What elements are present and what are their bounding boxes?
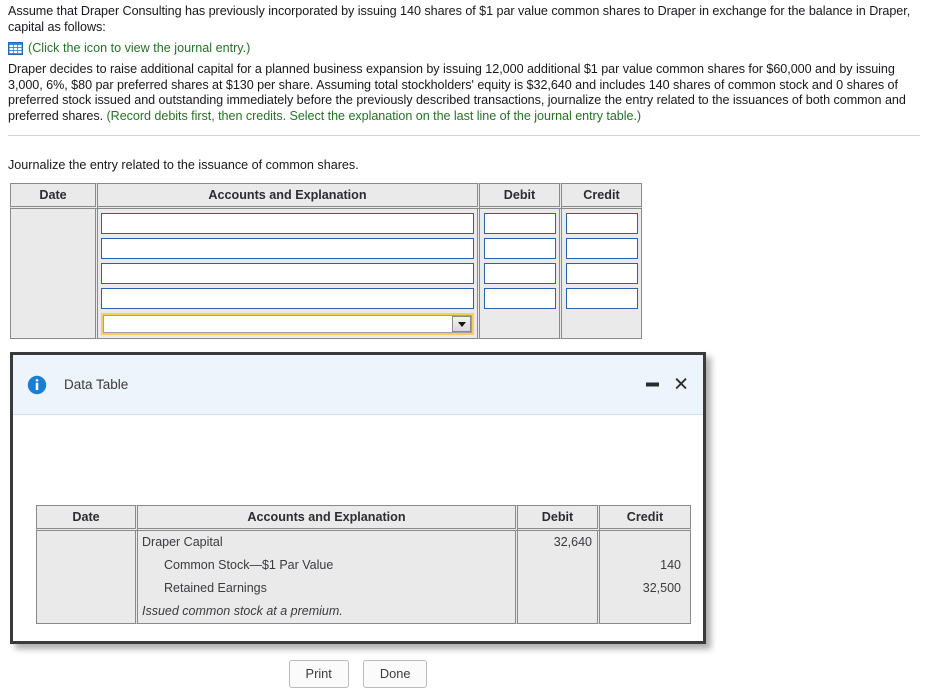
answer-debit-spacer (484, 309, 556, 333)
dialog-header-date: Date (36, 505, 138, 531)
dialog-credit-line-4 (600, 600, 690, 623)
dialog-footer: Print Done (13, 660, 703, 688)
dialog-table: Date Accounts and Explanation Debit Cred… (36, 505, 691, 624)
dialog-credit-cell: 140 32,500 (600, 531, 691, 624)
answer-accounts-cell (98, 209, 480, 339)
journalize-prompt: Journalize the entry related to the issu… (8, 158, 359, 172)
dialog-account-line-4: Issued common stock at a premium. (142, 604, 343, 618)
print-button[interactable]: Print (288, 660, 349, 688)
dialog-credit-line-1 (600, 531, 690, 554)
dialog-credit-line-3: 32,500 (642, 581, 681, 595)
answer-account-input-2[interactable] (101, 238, 474, 259)
dialog-debit-line-3 (518, 577, 597, 600)
close-icon[interactable]: ✕ (673, 375, 689, 394)
dialog-header-accounts: Accounts and Explanation (138, 505, 518, 531)
dialog-accounts-cell: Draper Capital Common Stock—$1 Par Value… (138, 531, 518, 624)
dialog-debit-line-2 (518, 554, 597, 577)
answer-credit-input-4[interactable] (566, 288, 638, 309)
dialog-account-line-2: Common Stock—$1 Par Value (164, 558, 334, 572)
dialog-account-line-3: Retained Earnings (164, 581, 267, 595)
answer-credit-cell (562, 209, 642, 339)
answer-header-debit: Debit (480, 183, 562, 209)
answer-explanation-select-inner (103, 315, 472, 333)
problem-paragraph-1: Assume that Draper Consulting has previo… (8, 4, 911, 34)
table-grid-icon[interactable] (8, 42, 23, 56)
answer-debit-input-1[interactable] (484, 213, 556, 234)
answer-table: Date Accounts and Explanation Debit Cred… (10, 183, 642, 339)
dialog-debit-line-4 (518, 600, 597, 623)
problem-paragraph-2: Draper decides to raise additional capit… (8, 62, 912, 124)
dialog-table-header-row: Date Accounts and Explanation Debit Cred… (36, 505, 691, 531)
answer-account-input-1[interactable] (101, 213, 474, 234)
answer-header-date: Date (10, 183, 98, 209)
problem-statement: Assume that Draper Consulting has previo… (8, 4, 912, 125)
journal-entry-link-label[interactable]: (Click the icon to view the journal entr… (28, 41, 250, 56)
answer-explanation-select[interactable] (101, 313, 474, 335)
answer-table-body-row (10, 209, 642, 339)
answer-journal-entry-table: Date Accounts and Explanation Debit Cred… (10, 183, 642, 339)
answer-date-cell (10, 209, 98, 339)
dialog-header-credit: Credit (600, 505, 691, 531)
answer-credit-input-2[interactable] (566, 238, 638, 259)
journal-entry-link[interactable]: (Click the icon to view the journal entr… (8, 41, 912, 56)
answer-header-credit: Credit (562, 183, 642, 209)
section-divider (8, 135, 920, 136)
dialog-window-controls: ✕ (646, 375, 689, 394)
dialog-body: Date Accounts and Explanation Debit Cred… (13, 415, 703, 688)
answer-debit-cell (480, 209, 562, 339)
dialog-debit-cell: 32,640 (518, 531, 600, 624)
answer-debit-input-4[interactable] (484, 288, 556, 309)
dialog-date-cell (36, 531, 138, 624)
answer-table-header-row: Date Accounts and Explanation Debit Cred… (10, 183, 642, 209)
answer-account-input-3[interactable] (101, 263, 474, 284)
dialog-header-debit: Debit (518, 505, 600, 531)
done-button[interactable]: Done (362, 660, 428, 688)
dialog-credit-line-2: 140 (660, 558, 681, 572)
dialog-table-body-row: Draper Capital Common Stock—$1 Par Value… (36, 531, 691, 624)
answer-debit-input-3[interactable] (484, 263, 556, 284)
problem-paragraph-2-instruction: (Record debits first, then credits. Sele… (106, 108, 642, 123)
data-table-journal-entry: Date Accounts and Explanation Debit Cred… (36, 505, 691, 624)
answer-credit-spacer (566, 309, 638, 333)
answer-debit-input-2[interactable] (484, 238, 556, 259)
data-table-dialog: Data Table ✕ Date Accounts and Explanati… (10, 352, 706, 688)
answer-account-input-4[interactable] (101, 288, 474, 309)
dialog-title: Data Table (64, 377, 129, 392)
answer-credit-input-1[interactable] (566, 213, 638, 234)
answer-credit-input-3[interactable] (566, 263, 638, 284)
dialog-account-line-1: Draper Capital (142, 535, 223, 549)
answer-header-accounts: Accounts and Explanation (98, 183, 480, 209)
info-circle-icon (27, 375, 47, 394)
minimize-icon[interactable] (646, 382, 660, 387)
answer-explanation-select-button[interactable] (452, 316, 471, 332)
dialog-debit-line-1: 32,640 (553, 535, 592, 549)
dialog-header: Data Table ✕ (13, 355, 703, 415)
chevron-down-icon (457, 321, 466, 327)
